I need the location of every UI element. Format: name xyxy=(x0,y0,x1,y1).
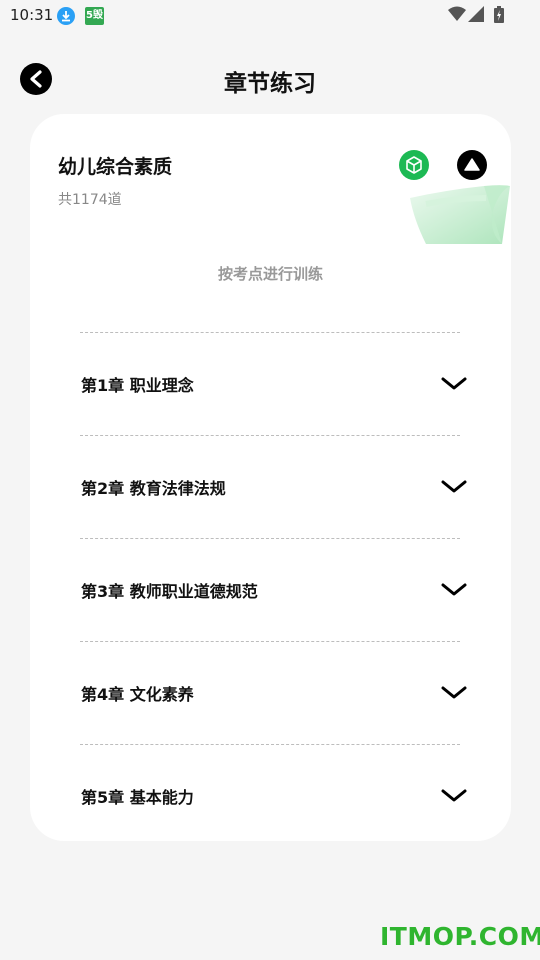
collapse-button[interactable] xyxy=(457,150,487,180)
question-count: 共1174道 xyxy=(58,192,122,208)
chapter-item[interactable]: 第2章 教育法律法规 xyxy=(80,435,467,538)
chapter-label: 第5章 基本能力 xyxy=(81,788,194,807)
wifi-icon xyxy=(448,6,466,21)
triangle-up-icon xyxy=(464,158,480,171)
chevron-down-icon[interactable] xyxy=(440,474,468,498)
chapter-label: 第4章 文化素养 xyxy=(81,685,194,704)
cube-icon[interactable] xyxy=(399,150,429,180)
chevron-down-icon[interactable] xyxy=(440,783,468,807)
chevron-down-icon[interactable] xyxy=(440,371,468,395)
chevron-down-icon[interactable] xyxy=(440,680,468,704)
page-title: 章节练习 xyxy=(224,71,316,97)
chapter-item[interactable]: 第3章 教师职业道德规范 xyxy=(80,538,467,641)
practice-subtitle: 按考点进行训练 xyxy=(217,265,323,283)
download-icon xyxy=(57,7,75,25)
battery-icon xyxy=(494,6,504,23)
subject-name: 幼儿综合素质 xyxy=(58,156,173,178)
chapter-item[interactable]: 第4章 文化素养 xyxy=(80,641,467,744)
chapter-label: 第2章 教育法律法规 xyxy=(81,479,226,498)
scroll-decoration-icon xyxy=(410,185,510,244)
watermark-text: ITMOP.COM xyxy=(380,922,540,951)
chapter-label: 第3章 教师职业道德规范 xyxy=(81,582,258,601)
chevron-down-icon[interactable] xyxy=(440,577,468,601)
signal-icon xyxy=(468,6,484,22)
chapter-item[interactable]: 第1章 职业理念 xyxy=(80,332,467,435)
app-notification-icon: 5毁 xyxy=(85,7,104,25)
chapter-list: 第1章 职业理念 第2章 教育法律法规 第3章 教师职业道德规范 第4章 文化素… xyxy=(80,332,467,847)
chapter-card: 幼儿综合素质 共1174道 按考点进行训练 第1章 职业理念 第2章 教育法律法… xyxy=(30,114,511,841)
chapter-item[interactable]: 第5章 基本能力 xyxy=(80,744,467,847)
status-time: 10:31 xyxy=(10,6,54,24)
chapter-label: 第1章 职业理念 xyxy=(81,376,194,395)
status-bar: 10:31 5毁 xyxy=(0,0,540,32)
